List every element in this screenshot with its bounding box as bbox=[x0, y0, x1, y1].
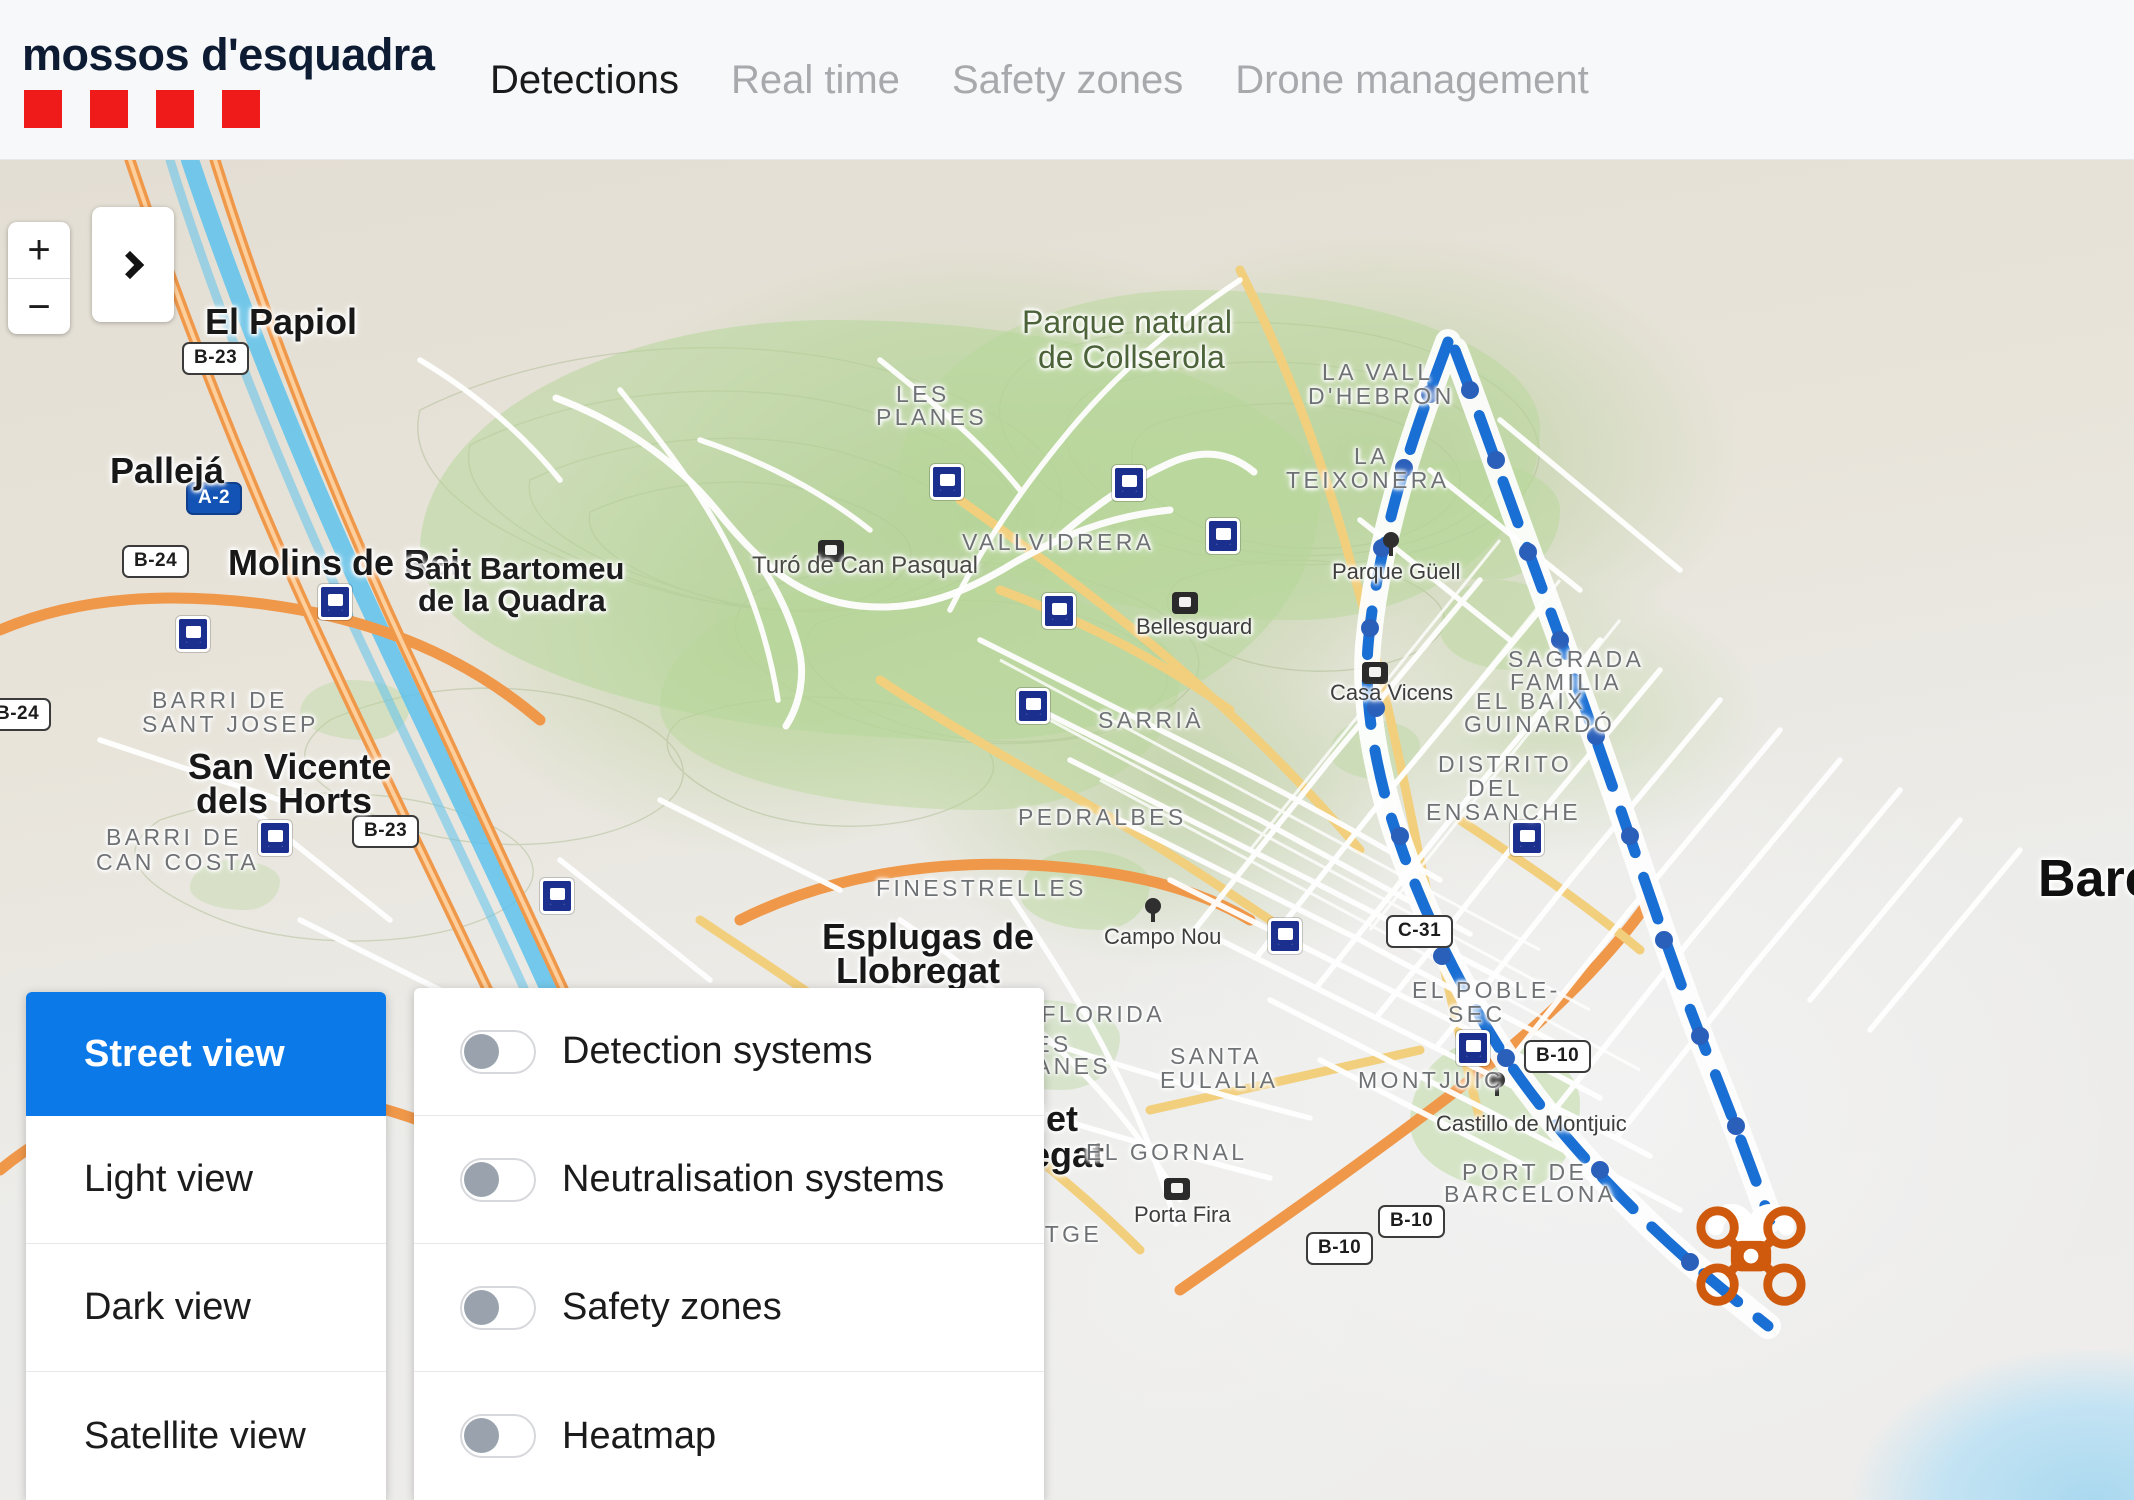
zoom-controls: + − bbox=[8, 222, 70, 334]
main-nav: Detections Real time Safety zones Drone … bbox=[464, 60, 1615, 100]
map-view[interactable]: B-23 A-2 B-24 B-24 B-23 B-20 C-245 C-31 … bbox=[0, 160, 2134, 1500]
brand-squares-icon bbox=[24, 89, 452, 128]
layer-label: Heatmap bbox=[562, 1414, 717, 1457]
layer-toggle-detection-systems[interactable]: Detection systems bbox=[414, 988, 1044, 1116]
camera-poi-icon[interactable] bbox=[1362, 662, 1388, 684]
station-icon[interactable] bbox=[1206, 518, 1240, 554]
view-option-dark[interactable]: Dark view bbox=[26, 1244, 386, 1372]
station-icon[interactable] bbox=[1016, 688, 1050, 724]
layer-toggle-heatmap[interactable]: Heatmap bbox=[414, 1372, 1044, 1500]
toggle-switch-detection-systems[interactable] bbox=[460, 1029, 536, 1074]
layer-toggle-neutralisation-systems[interactable]: Neutralisation systems bbox=[414, 1116, 1044, 1244]
camera-poi-icon[interactable] bbox=[1172, 592, 1198, 614]
station-icon[interactable] bbox=[318, 584, 352, 620]
view-option-street[interactable]: Street view bbox=[26, 992, 386, 1116]
station-icon[interactable] bbox=[930, 464, 964, 500]
road-shield: B-10 bbox=[1378, 1205, 1446, 1238]
view-option-satellite[interactable]: Satellite view bbox=[26, 1372, 386, 1500]
map-view-selector: Street view Light view Dark view Satelli… bbox=[26, 992, 386, 1500]
road-shield: C-31 bbox=[1386, 915, 1454, 948]
zoom-out-button[interactable]: − bbox=[8, 278, 70, 334]
station-icon[interactable] bbox=[258, 820, 292, 856]
layer-toggle-safety-zones[interactable]: Safety zones bbox=[414, 1244, 1044, 1372]
road-shield: B-23 bbox=[182, 342, 250, 375]
monument-poi-icon[interactable] bbox=[1484, 1072, 1510, 1098]
stadium-poi-icon[interactable] bbox=[1140, 898, 1166, 924]
toggle-switch-heatmap[interactable] bbox=[460, 1414, 536, 1458]
nav-item-real-time[interactable]: Real time bbox=[705, 60, 926, 100]
brand-name: mossos d'esquadra bbox=[22, 28, 435, 80]
layer-label: Detection systems bbox=[562, 1030, 873, 1072]
road-shield: B-10 bbox=[1524, 1040, 1592, 1073]
station-icon[interactable] bbox=[1042, 593, 1076, 629]
nav-item-detections[interactable]: Detections bbox=[464, 60, 705, 100]
road-shield: A-2 bbox=[186, 482, 243, 515]
nav-item-safety-zones[interactable]: Safety zones bbox=[926, 60, 1209, 100]
app-header: mossos d'esquadra Detections Real time S… bbox=[0, 0, 2134, 160]
road-shield: B-24 bbox=[0, 698, 52, 731]
layer-label: Neutralisation systems bbox=[562, 1158, 945, 1200]
road-shield: B-24 bbox=[122, 545, 190, 578]
chevron-right-icon bbox=[115, 250, 145, 279]
peak-poi-icon[interactable] bbox=[818, 540, 844, 562]
view-option-light[interactable]: Light view bbox=[26, 1116, 386, 1244]
road-shield: B-23 bbox=[352, 815, 420, 848]
nav-item-drone-management[interactable]: Drone management bbox=[1209, 60, 1615, 100]
road-shield: B-10 bbox=[1306, 1232, 1374, 1265]
park-poi-icon[interactable] bbox=[1378, 532, 1404, 558]
station-icon[interactable] bbox=[1456, 1030, 1490, 1066]
station-icon[interactable] bbox=[540, 878, 574, 914]
toggle-switch-neutralisation-systems[interactable] bbox=[460, 1157, 536, 1202]
layer-label: Safety zones bbox=[562, 1286, 782, 1328]
metro-poi-icon[interactable] bbox=[1164, 1178, 1190, 1200]
toggle-switch-safety-zones[interactable] bbox=[460, 1285, 536, 1330]
station-icon[interactable] bbox=[1510, 820, 1544, 856]
brand-logo[interactable]: mossos d'esquadra bbox=[22, 32, 452, 128]
zoom-in-button[interactable]: + bbox=[8, 222, 70, 278]
drone-icon[interactable] bbox=[1692, 1202, 1810, 1310]
app-root: mossos d'esquadra Detections Real time S… bbox=[0, 0, 2134, 1500]
side-panel-expand-button[interactable] bbox=[92, 207, 174, 322]
station-icon[interactable] bbox=[1112, 465, 1146, 501]
layer-toggle-panel: Detection systems Neutralisation systems… bbox=[414, 988, 1044, 1500]
station-icon[interactable] bbox=[176, 616, 210, 652]
station-icon[interactable] bbox=[1268, 918, 1302, 954]
